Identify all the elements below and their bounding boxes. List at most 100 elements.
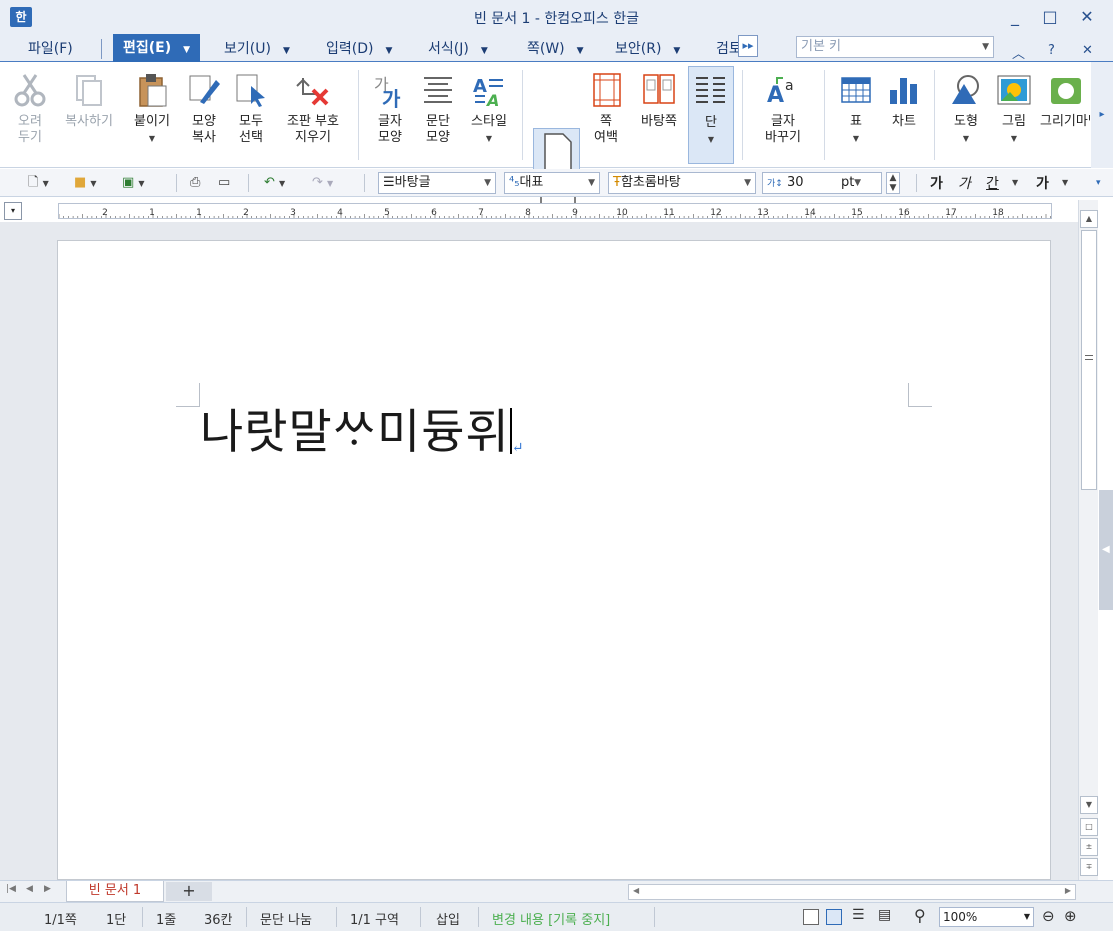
view-normal-icon[interactable] [803,909,819,925]
style-button[interactable]: AA 스타일 ▼ [464,66,514,164]
next-page-icon[interactable]: ∓ [1080,858,1098,876]
maximize-button[interactable]: □ [1035,6,1065,28]
italic-button[interactable]: 가 [958,173,971,193]
document-page[interactable] [57,240,1051,880]
chevron-down-icon[interactable]: ▼ [126,131,178,147]
tab-next-icon[interactable]: ▶ [44,884,51,894]
close-button[interactable]: ✕ [1072,6,1102,28]
zoom-icon[interactable]: ⚲ [914,906,926,925]
char-shape-button[interactable]: 가가 글자 모양 [368,66,412,164]
tab-first-icon[interactable]: |◀ [6,884,16,894]
zoom-select[interactable]: 100% ▼ [939,907,1034,927]
minimize-button[interactable]: _ [1000,6,1030,28]
menu-page[interactable]: 쪽(W) ▼ [527,38,584,60]
chevron-down-icon[interactable]: ▼ [1062,174,1068,192]
ruler-number: 12 [710,208,721,218]
status-separator [420,907,421,927]
chevron-down-icon[interactable]: ▼ [689,132,733,148]
chart-button[interactable]: 차트 [882,66,926,164]
help-button[interactable]: ? [1048,43,1055,58]
view-page-icon[interactable] [826,909,842,925]
font-select[interactable]: Ŧ함초롬바탕 ▼ [608,172,756,194]
toolbar-separator [248,174,249,192]
chevron-down-icon[interactable]: ▼ [464,131,514,147]
status-insert-mode[interactable]: 삽입 [436,909,460,928]
horizontal-scrollbar[interactable]: ◀ ▶ [628,884,1076,900]
cut-button[interactable]: 오려 두기 [8,66,52,164]
table-button[interactable]: 표 ▼ [834,66,878,164]
menu-edit[interactable]: 편집(E) ▼ [113,34,201,62]
horizontal-ruler[interactable]: 2 1 1 2 3 4 5 6 7 8 9 10 11 12 13 14 15 16 17 18 [58,203,1052,219]
status-page[interactable]: 1/1쪽 [44,909,77,928]
ruler-number: 11 [663,208,674,218]
status-para-split[interactable]: 문단 나눔 [260,909,312,928]
char-replace-button[interactable]: Aa 글자 바꾸기 [752,66,814,164]
menu-edit-label: 편집(E) [123,40,172,56]
scrollbar-thumb[interactable] [1081,230,1097,490]
menu-format[interactable]: 서식(J) ▼ [428,38,488,60]
print-icon[interactable]: ⎙ [190,174,200,192]
underline-button[interactable]: 간 [986,173,999,193]
chevron-down-icon[interactable]: ▼ [1012,174,1018,192]
scroll-left-icon[interactable]: ◀ [633,886,639,895]
chevron-down-icon[interactable]: ▼ [992,131,1036,147]
shape-button[interactable]: 도형 ▼ [944,66,988,164]
ribbon-separator [522,70,523,160]
scroll-up-icon[interactable]: ▲ [1080,210,1098,228]
paste-button[interactable]: 붙이기 ▼ [126,66,178,164]
strikethrough-button[interactable]: 가 [1036,173,1049,193]
status-section[interactable]: 1/1 구역 [350,909,399,928]
master-page-button[interactable]: 바탕쪽 [634,66,684,164]
menu-view[interactable]: 보기(U) ▼ [224,38,290,60]
style-select[interactable]: ☰바탕글 ▼ [378,172,496,194]
clear-codes-button[interactable]: 조판 부호 지우기 [278,66,348,164]
picture-button[interactable]: 그림 ▼ [992,66,1036,164]
new-document-icon[interactable]: 🗋 ▼ [28,174,49,192]
keyword-combo[interactable]: 기본 키 ▼ [796,36,994,58]
font-size-field[interactable]: 가↕ 30 pt ▼ [762,172,882,194]
menu-security[interactable]: 보안(R) ▼ [615,38,680,60]
ribbon-collapse-icon[interactable]: ︿ [1012,43,1025,62]
scroll-down-icon[interactable]: ▼ [1080,796,1098,814]
menu-file[interactable]: 파일(F) [28,38,73,60]
font-size-spinner[interactable]: ▲ ▼ [886,172,900,194]
prev-page-icon[interactable]: ± [1080,838,1098,856]
zoom-in-icon[interactable]: ⊕ [1064,907,1077,925]
document-body-text[interactable]: 나랏말ᄊᆞ미듕ᅙᅱ ↵ [200,405,524,476]
ruler-toggle-button[interactable]: ▾ [4,202,22,220]
ribbon-scroll-right-icon[interactable]: ▸ [1091,62,1113,168]
chevron-down-icon[interactable]: ▼ [944,131,988,147]
status-track-changes[interactable]: 변경 내용 [기록 중지] [492,909,610,928]
menu-more-button[interactable]: ▸▸ [738,35,758,57]
vertical-scrollbar[interactable]: ▲ ▼ □ ± ∓ [1078,200,1098,880]
view-web-icon[interactable]: ▤ [878,907,891,923]
tab-prev-icon[interactable]: ◀ [26,884,33,894]
column-button[interactable]: 단 ▼ [688,66,734,164]
drawing-button[interactable]: 그리기마당 [1040,66,1090,164]
zoom-out-icon[interactable]: ⊖ [1042,907,1055,925]
toolbar-more-icon[interactable]: ▾ [1096,174,1101,192]
style-list-icon: ☰ [383,175,395,190]
side-panel-tab[interactable]: ◀ [1099,490,1113,610]
ribbon: 오려 두기 복사하기 붙이기 ▼ 모양 복사 모두 선택 조판 부호 지우기 가… [0,62,1113,213]
page-margin-button[interactable]: 쪽 여백 [584,66,628,164]
para-shape-button[interactable]: 문단 모양 [416,66,460,164]
undo-icon[interactable]: ↶ ▼ [264,174,285,192]
chevron-down-icon[interactable]: ▼ [834,131,878,147]
bold-button[interactable]: 가 [930,173,943,193]
open-folder-icon[interactable]: ■ ▼ [74,174,97,192]
tab-blank-document[interactable]: 빈 문서 1 [66,881,164,902]
format-copy-button[interactable]: 모양 복사 [182,66,226,164]
menu-input[interactable]: 입력(D) ▼ [326,38,392,60]
language-select[interactable]: ⁴₅대표 ▼ [504,172,600,194]
view-outline-icon[interactable]: ☰ [852,907,865,923]
print-preview-icon[interactable]: ▭ [218,174,230,192]
scroll-right-icon[interactable]: ▶ [1065,886,1071,895]
add-tab-button[interactable]: + [166,882,212,901]
page-view-icon[interactable]: □ [1080,818,1098,836]
save-icon[interactable]: ▣ ▼ [122,174,145,192]
redo-icon[interactable]: ↷ ▼ [312,174,333,192]
ribbon-close-icon[interactable]: ✕ [1082,43,1093,58]
select-all-button[interactable]: 모두 선택 [229,66,273,164]
copy-button[interactable]: 복사하기 [56,66,122,164]
